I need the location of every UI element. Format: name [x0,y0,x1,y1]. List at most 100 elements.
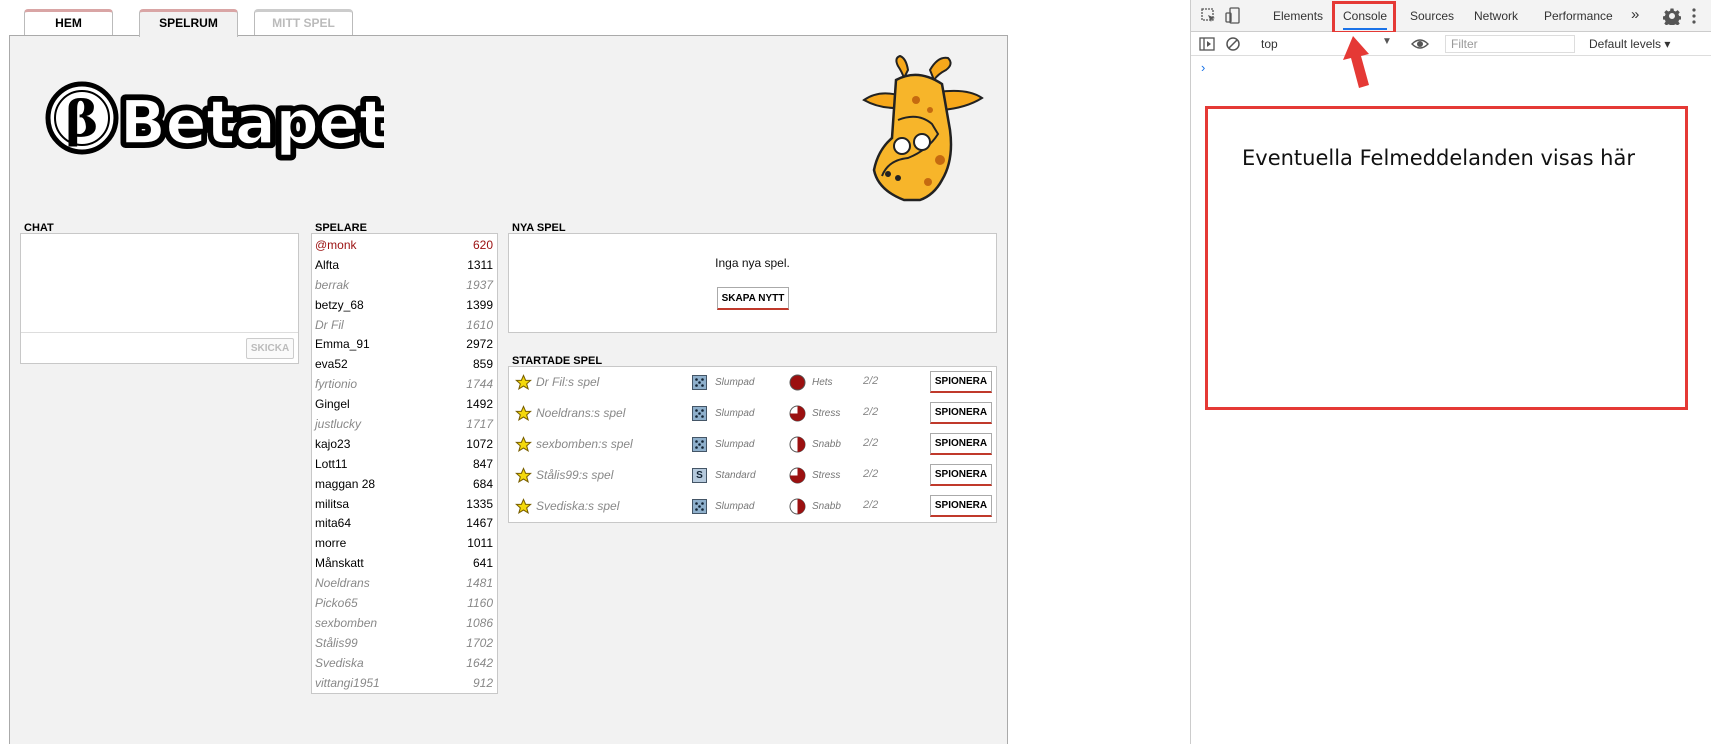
random-tiles-icon [692,375,707,390]
spy-button[interactable]: SPIONERA [930,495,992,517]
player-score: 1160 [467,596,493,611]
game-row: Stålis99:s spel S Standard Stress 2/2 SP… [509,460,996,491]
console-prompt[interactable]: › [1201,60,1205,75]
star-icon[interactable] [515,467,532,484]
player-name: Alfta [315,257,340,272]
player-row[interactable]: fyrtionio 1744 [312,375,497,395]
create-game-button[interactable]: SKAPA NYTT [717,287,789,310]
game-name: Stålis99:s spel [536,468,614,482]
player-row[interactable]: justlucky 1717 [312,415,497,435]
tab-performance[interactable]: Performance [1544,9,1613,23]
star-icon[interactable] [515,374,532,391]
player-score: 1937 [466,277,493,292]
player-score: 859 [472,357,493,372]
player-row[interactable]: Lott11 847 [312,455,497,475]
player-row[interactable]: eva52 859 [312,355,497,375]
players-list: @monk 620 Alfta 1311 berrak 1937 betzy_68 13… [311,233,498,694]
tab-hem[interactable]: HEM [24,9,113,36]
player-row[interactable]: Gingel 1492 [312,395,497,415]
player-row[interactable]: mita64 1467 [312,514,497,534]
new-games-panel: Inga nya spel. SKAPA NYTT [508,233,997,333]
random-tiles-icon [692,406,707,421]
devtools-panel: Elements Console Sources Network Perform… [1190,0,1711,744]
player-row[interactable]: morre 1011 [312,534,497,554]
started-games-panel: Dr Fil:s spel Slumpad Hets 2/2 SPIONERA … [508,366,997,523]
speed-type: Stress [812,408,841,419]
player-name: mita64 [315,516,352,531]
player-score: 1744 [466,377,493,392]
player-name: Stålis99 [315,635,358,650]
player-score: 1467 [466,516,493,531]
gear-icon[interactable] [1663,7,1681,25]
spy-button[interactable]: SPIONERA [930,464,992,486]
spy-button[interactable]: SPIONERA [930,402,992,424]
context-select[interactable]: top [1261,37,1278,51]
clear-console-icon[interactable] [1225,36,1241,52]
tab-spelrum[interactable]: SPELRUM [139,9,238,37]
player-row[interactable]: Månskatt 641 [312,554,497,574]
player-row[interactable]: Svediska 1642 [312,654,497,674]
log-levels-select[interactable]: Default levels ▾ [1589,37,1670,51]
player-name: Emma_91 [315,337,370,352]
player-row[interactable]: Alfta 1311 [312,256,497,276]
player-name: Picko65 [315,596,358,611]
player-score: 1086 [466,615,493,630]
show-sidebar-icon[interactable] [1199,36,1215,52]
player-name: Noeldrans [315,576,370,591]
more-tabs-icon[interactable]: » [1631,6,1639,23]
star-icon[interactable] [515,498,532,515]
eye-icon[interactable] [1411,36,1429,52]
player-row[interactable]: Dr Fil 1610 [312,316,497,336]
device-toolbar-icon[interactable] [1225,7,1241,25]
filter-input[interactable]: Filter [1445,35,1575,53]
star-icon[interactable] [515,436,532,453]
player-name: Dr Fil [315,317,344,332]
tiles-type: Standard [715,470,756,481]
player-row[interactable]: betzy_68 1399 [312,296,497,316]
player-score: 620 [472,238,493,252]
player-row[interactable]: vittangi1951 912 [312,674,497,694]
tab-elements[interactable]: Elements [1273,9,1323,23]
player-row[interactable]: Stålis99 1702 [312,634,497,654]
tab-mitt-spel[interactable]: MITT SPEL [254,9,353,36]
inspect-element-icon[interactable] [1201,8,1217,24]
chat-panel: SKICKA [20,233,299,364]
player-row[interactable]: sexbomben 1086 [312,614,497,634]
game-row: sexbomben:s spel Slumpad Snabb 2/2 SPION… [509,429,996,460]
star-icon[interactable] [515,405,532,422]
player-score: 1610 [466,317,493,332]
player-name: Svediska [315,655,364,670]
tab-network[interactable]: Network [1474,9,1518,23]
player-score: 847 [472,456,493,471]
game-name: Dr Fil:s spel [536,375,600,389]
player-score: 1717 [466,417,493,432]
player-row[interactable]: militsa 1335 [312,495,497,515]
send-button[interactable]: SKICKA [246,338,294,359]
player-row[interactable]: Picko65 1160 [312,594,497,614]
player-row[interactable]: @monk 620 [312,236,497,256]
player-count: 2/2 [863,499,879,511]
player-row[interactable]: Noeldrans 1481 [312,574,497,594]
giraffe-mascot-icon [858,50,988,215]
player-name: Månskatt [315,556,364,571]
player-row[interactable]: Emma_91 2972 [312,335,497,355]
error-annotation-box: Eventuella Felmeddelanden visas här [1205,106,1688,410]
player-name: Lott11 [315,456,348,471]
player-score: 1072 [466,436,493,451]
tab-sources[interactable]: Sources [1410,9,1454,23]
player-score: 1335 [466,496,493,511]
game-room-panel: β Betapet Betapet CHAT SKICKA SPELARE @m… [9,35,1008,744]
kebab-menu-icon[interactable] [1691,8,1697,24]
game-name: Svediska:s spel [536,499,620,513]
chevron-down-icon[interactable]: ▼ [1382,36,1392,47]
player-row[interactable]: berrak 1937 [312,276,497,296]
spy-button[interactable]: SPIONERA [930,371,992,393]
svg-text:β: β [65,89,98,148]
devtools-tab-bar: Elements Console Sources Network Perform… [1191,0,1711,34]
player-row[interactable]: maggan 28 684 [312,475,497,495]
player-count: 2/2 [863,437,879,449]
chat-input[interactable]: SKICKA [21,332,298,363]
error-annotation-text: Eventuella Felmeddelanden visas här [1242,146,1635,170]
player-row[interactable]: kajo23 1072 [312,435,497,455]
spy-button[interactable]: SPIONERA [930,433,992,455]
